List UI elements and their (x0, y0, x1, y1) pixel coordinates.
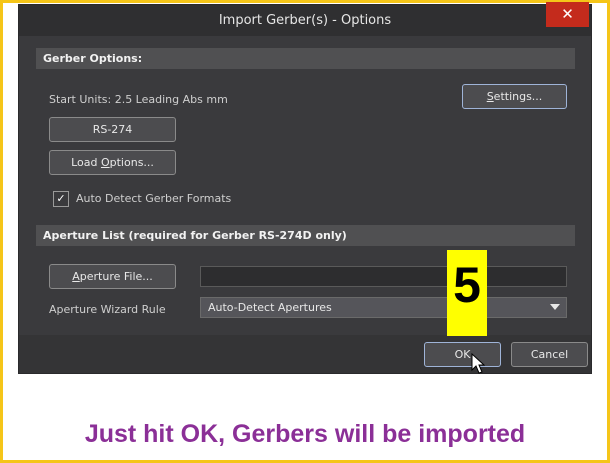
settings-button[interactable]: Settings... (462, 84, 567, 109)
import-gerber-options-dialog: Import Gerber(s) - Options ✕ Gerber Opti… (19, 2, 591, 373)
aperture-file-mnemonic: A (72, 270, 80, 283)
wizard-rule-select[interactable]: Auto-Detect Apertures (200, 297, 567, 318)
wizard-rule-label: Aperture Wizard Rule (49, 303, 166, 316)
step-number-badge: 5 (447, 250, 487, 336)
load-options-mnemonic: O (100, 156, 110, 169)
dialog-footer: OK Cancel (19, 335, 591, 373)
settings-button-mnemonic: S (486, 90, 494, 103)
close-icon: ✕ (561, 5, 574, 23)
aperture-file-label: perture File... (79, 270, 153, 283)
auto-detect-checkbox[interactable]: ✓ (53, 191, 69, 207)
load-options-label-prefix: Load (71, 156, 101, 169)
close-button[interactable]: ✕ (546, 2, 589, 27)
start-units-text: Start Units: 2.5 Leading Abs mm (49, 93, 228, 106)
rs274-button[interactable]: RS-274 (49, 117, 176, 142)
mouse-pointer-icon (471, 353, 485, 374)
annotation-caption: Just hit OK, Gerbers will be imported (84, 420, 526, 448)
chevron-down-icon (550, 304, 560, 310)
load-options-button[interactable]: Load Options... (49, 150, 176, 175)
load-options-label-suffix: ptions... (109, 156, 154, 169)
dialog-titlebar: Import Gerber(s) - Options ✕ (19, 2, 591, 36)
auto-detect-label: Auto Detect Gerber Formats (76, 192, 232, 205)
cancel-button[interactable]: Cancel (511, 342, 588, 367)
aperture-list-header: Aperture List (required for Gerber RS-27… (36, 225, 575, 246)
wizard-rule-value: Auto-Detect Apertures (208, 301, 332, 314)
ok-button[interactable]: OK (424, 342, 501, 367)
aperture-file-field[interactable] (200, 266, 567, 287)
gerber-options-header: Gerber Options: (36, 48, 575, 69)
dialog-title: Import Gerber(s) - Options (218, 13, 392, 28)
aperture-file-button[interactable]: Aperture File... (49, 264, 176, 289)
checkmark-icon: ✓ (56, 192, 66, 205)
settings-button-label: ettings... (493, 90, 543, 103)
